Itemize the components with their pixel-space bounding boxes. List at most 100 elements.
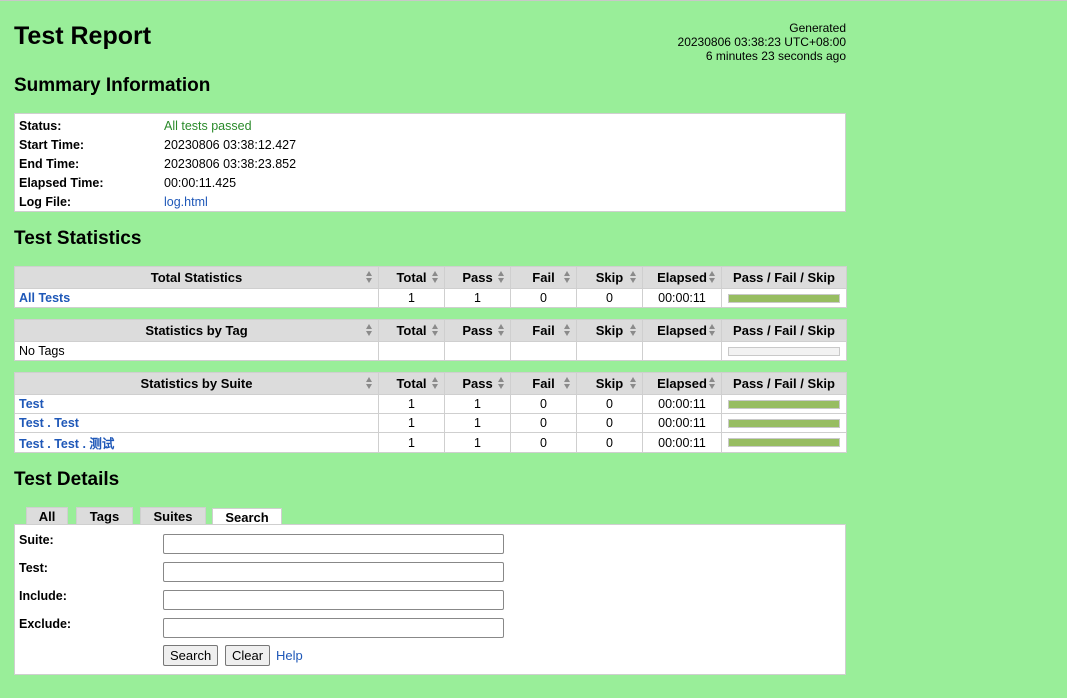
tab-suites[interactable]: Suites [140,507,206,525]
sort-icon[interactable] [709,271,716,283]
details-heading: Test Details [14,469,120,490]
summary-row-log: Log File: log.html [15,192,300,211]
total-stats-row-0-name-link[interactable]: All Tests [19,291,70,305]
sort-icon[interactable] [432,324,439,336]
total-stats-row-0-skip: 0 [576,288,643,308]
total-stats-col-4-header[interactable]: Skip [576,266,643,289]
suite-stats-col-4-header[interactable]: Skip [576,372,643,395]
exclude-search-input[interactable] [163,618,504,638]
tag-stats-col-6-header[interactable]: Pass / Fail / Skip [721,319,847,342]
sort-icon[interactable] [630,324,637,336]
suite-stats-col-2-header[interactable]: Pass [444,372,511,395]
tag-stats-col-4-label: Skip [595,323,624,338]
tag-stats-col-2-header[interactable]: Pass [444,319,511,342]
suite-stats-row-1-name-link[interactable]: Test . Test [19,416,79,430]
suite-stats-col-3-header[interactable]: Fail [510,372,577,395]
sort-icon[interactable] [630,377,637,389]
suite-stats-row-0-skip: 0 [576,394,643,414]
sort-icon[interactable] [564,377,571,389]
pass-fail-skip-bar [728,293,840,303]
table-row: All Tests 1 1 0 0 00:00:11 [14,288,847,308]
sort-icon[interactable] [709,377,716,389]
suite-stats-row-0-total: 1 [378,394,445,414]
exclude-field-label: Exclude: [19,617,72,631]
sort-icon[interactable] [564,324,571,336]
sort-icon[interactable] [432,271,439,283]
tag-stats-col-1-label: Total [396,323,427,338]
total-stats-col-6-header[interactable]: Pass / Fail / Skip [721,266,847,289]
tag-stats-row-0-pass [444,341,511,361]
tag-stats-col-5-header[interactable]: Elapsed [642,319,722,342]
status-label: Status: [19,118,62,133]
suite-stats-col-0-label: Statistics by Suite [140,376,253,391]
sort-icon[interactable] [564,271,571,283]
tab-tags[interactable]: Tags [76,507,133,525]
help-link[interactable]: Help [276,648,303,663]
suite-stats-col-3-label: Fail [532,376,555,391]
sort-icon[interactable] [366,377,373,389]
tag-stats-col-1-header[interactable]: Total [378,319,445,342]
summary-table: Status: All tests passed Start Time: 202… [15,116,300,211]
total-stats-col-2-header[interactable]: Pass [444,266,511,289]
search-panel: Suite: Test: Include: Exclude: Search Cl… [14,524,846,675]
pass-bar-fill [729,439,839,446]
total-stats-row-0-total: 1 [378,288,445,308]
total-stats-col-6-label: Pass / Fail / Skip [733,270,835,285]
summary-row-elapsed: Elapsed Time: 00:00:11.425 [15,173,300,192]
suite-stats-col-0-header[interactable]: Statistics by Suite [14,372,379,395]
pass-fail-skip-bar [728,346,840,356]
total-stats-col-1-header[interactable]: Total [378,266,445,289]
suite-stats-col-6-header[interactable]: Pass / Fail / Skip [721,372,847,395]
page-title: Test Report [14,22,152,50]
suite-search-input[interactable] [163,534,504,554]
tag-stats-row-0-total [378,341,445,361]
total-stats-col-3-header[interactable]: Fail [510,266,577,289]
tag-stats-row-0-graph-cell [721,341,847,361]
sort-icon[interactable] [366,324,373,336]
tab-all[interactable]: All [26,507,68,525]
elapsed-time-value: 00:00:11.425 [164,175,237,190]
suite-stats-row-0-pass: 1 [444,394,511,414]
suite-stats-row-0-fail: 0 [510,394,577,414]
tag-stats-col-4-header[interactable]: Skip [576,319,643,342]
suite-stats-col-1-header[interactable]: Total [378,372,445,395]
sort-icon[interactable] [630,271,637,283]
total-stats-col-5-header[interactable]: Elapsed [642,266,722,289]
test-search-input[interactable] [163,562,504,582]
sort-icon[interactable] [498,377,505,389]
statistics-heading: Test Statistics [14,228,142,249]
sort-icon[interactable] [432,377,439,389]
suite-field-label: Suite: [19,533,54,547]
suite-stats-row-0-name-link[interactable]: Test [19,397,44,411]
sort-icon[interactable] [366,271,373,283]
generated-time: 20230806 03:38:23 UTC+08:00 [677,35,846,49]
suite-stats-row-2-name-link[interactable]: Test . Test . 测试 [19,437,114,451]
tag-stats-col-5-label: Elapsed [657,323,707,338]
pass-fail-skip-bar [728,399,840,409]
include-search-input[interactable] [163,590,504,610]
suite-stats-row-1-total: 1 [378,413,445,433]
suite-stats-row-0-name-cell: Test [14,394,379,414]
suite-stats-row-1-name-cell: Test . Test [14,413,379,433]
sort-icon[interactable] [498,324,505,336]
tag-stats-col-2-label: Pass [462,323,493,338]
clear-button[interactable]: Clear [225,645,271,666]
summary-row-start: Start Time: 20230806 03:38:12.427 [15,135,300,154]
log-file-link[interactable]: log.html [164,195,208,209]
total-stats-col-0-header[interactable]: Total Statistics [14,266,379,289]
tag-stats-col-3-label: Fail [532,323,555,338]
search-button[interactable]: Search [163,645,219,666]
tag-stats-row-0-skip [576,341,643,361]
tag-stats-col-3-header[interactable]: Fail [510,319,577,342]
total-stats-row-0-name-cell: All Tests [14,288,379,308]
tag-stats-col-0-header[interactable]: Statistics by Tag [14,319,379,342]
suite-stats-col-5-header[interactable]: Elapsed [642,372,722,395]
sort-icon[interactable] [709,324,716,336]
test-field-label: Test: [19,561,48,575]
generated-ago: 6 minutes 23 seconds ago [705,49,846,63]
sort-icon[interactable] [498,271,505,283]
pass-fail-skip-bar [728,418,840,428]
suite-stats-col-4-label: Skip [595,376,624,391]
end-time-value: 20230806 03:38:23.852 [164,156,297,171]
suite-stats-row-2-elapsed: 00:00:11 [642,432,722,453]
